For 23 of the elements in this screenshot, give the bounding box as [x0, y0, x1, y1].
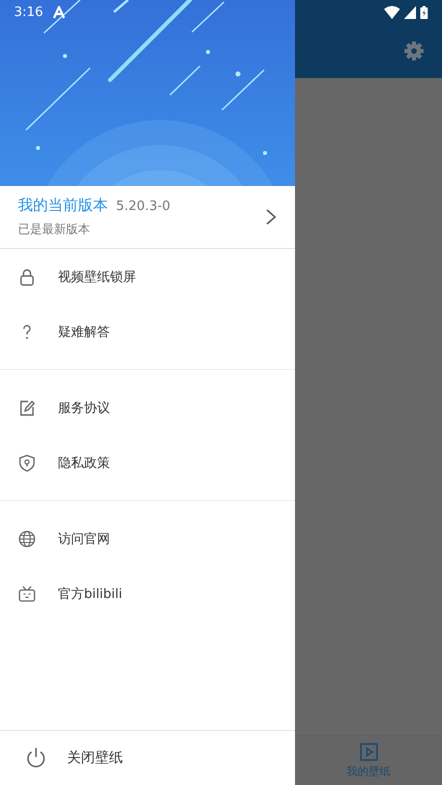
chevron-right-icon: [265, 208, 277, 226]
close-wallpaper-label: 关闭壁纸: [67, 749, 123, 767]
wifi-icon: [384, 6, 400, 18]
menu-item[interactable]: 服务协议: [0, 380, 295, 435]
menu-item[interactable]: 隐私政策: [0, 435, 295, 490]
tv-icon: [18, 584, 36, 602]
globe-icon: [18, 530, 36, 548]
settings-icon[interactable]: [404, 41, 424, 61]
power-icon: [25, 747, 47, 769]
play-icon: [360, 742, 378, 760]
menu-item[interactable]: 视频壁纸锁屏: [0, 249, 295, 304]
signal-icon: [404, 6, 416, 18]
menu-item[interactable]: 疑难解答: [0, 304, 295, 359]
menu-item[interactable]: 访问官网: [0, 511, 295, 566]
font-icon: [53, 6, 66, 18]
edit-icon: [18, 398, 36, 416]
shield-icon: [18, 454, 36, 472]
menu-item[interactable]: 官方bilibili: [0, 566, 295, 621]
version-number: 5.20.3-0: [116, 199, 170, 214]
lock-icon: [18, 268, 36, 286]
version-title: 我的当前版本: [18, 196, 108, 215]
version-status: 已是最新版本: [18, 221, 91, 238]
status-time: 3:16: [14, 4, 44, 20]
